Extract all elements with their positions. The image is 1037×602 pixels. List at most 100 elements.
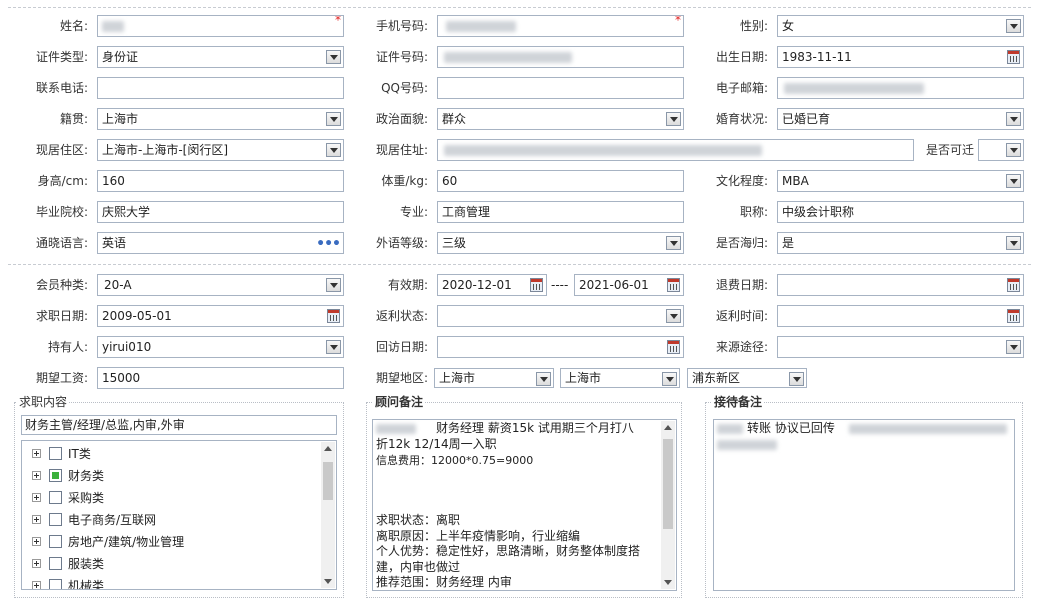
scroll-up-icon[interactable] — [664, 425, 672, 430]
salary-field[interactable]: 15000 — [97, 367, 344, 389]
chevron-down-icon[interactable] — [326, 112, 341, 126]
category-checkbox[interactable] — [49, 491, 62, 504]
id-no-field[interactable] — [437, 46, 684, 68]
region-province-select[interactable]: 上海市 — [434, 368, 554, 388]
valid-to-field[interactable]: 2021-06-01 — [574, 274, 684, 296]
chevron-down-icon[interactable] — [789, 372, 804, 386]
chevron-down-icon[interactable] — [1006, 143, 1021, 157]
calendar-icon[interactable] — [667, 278, 680, 292]
expand-icon[interactable] — [32, 559, 41, 568]
marital-select[interactable]: 已婚已育 — [777, 108, 1024, 130]
expand-icon[interactable] — [32, 515, 41, 524]
native-select[interactable]: 上海市 — [97, 108, 344, 130]
name-field[interactable]: * — [97, 15, 344, 37]
height-field[interactable]: 160 — [97, 170, 344, 192]
note-line: 折12k 12/14周一入职 — [376, 437, 497, 451]
lang-level-select[interactable]: 三级 — [437, 232, 684, 254]
chevron-down-icon[interactable] — [326, 340, 341, 354]
chevron-down-icon[interactable] — [666, 112, 681, 126]
category-checkbox[interactable] — [49, 535, 62, 548]
residence-area-select[interactable]: 上海市-上海市-[闵行区] — [97, 139, 344, 161]
valid-from-value: 2020-12-01 — [442, 278, 512, 292]
id-type-select[interactable]: 身份证 — [97, 46, 344, 68]
calendar-icon[interactable] — [667, 340, 680, 354]
scroll-thumb[interactable] — [323, 462, 333, 500]
returnee-select[interactable]: 是 — [777, 232, 1024, 254]
gender-select[interactable]: 女 — [777, 15, 1024, 37]
politics-select[interactable]: 群众 — [437, 108, 684, 130]
chevron-down-icon[interactable] — [666, 309, 681, 323]
refund-date-field[interactable] — [777, 274, 1024, 296]
apply-date-field[interactable]: 2009-05-01 — [97, 305, 344, 327]
weight-field[interactable]: 60 — [437, 170, 684, 192]
region-city-value: 上海市 — [565, 371, 602, 385]
category-checkbox[interactable] — [49, 469, 62, 482]
chevron-down-icon[interactable] — [666, 236, 681, 250]
calendar-icon[interactable] — [1007, 50, 1020, 64]
holder-select[interactable]: yirui010 — [97, 336, 344, 358]
visit-date-field[interactable] — [437, 336, 684, 358]
phone-field[interactable]: * — [437, 15, 684, 37]
reception-notes-textarea[interactable]: 转账 协议已回传 — [713, 419, 1015, 591]
apply-date-value: 2009-05-01 — [102, 309, 172, 323]
category-checkbox[interactable] — [49, 447, 62, 460]
major-field[interactable]: 工商管理 — [437, 201, 684, 223]
tree-scrollbar[interactable] — [321, 442, 335, 588]
title-field[interactable]: 中级会计职称 — [777, 201, 1024, 223]
scroll-down-icon[interactable] — [324, 579, 332, 584]
expand-icon[interactable] — [32, 581, 41, 589]
rebate-status-select[interactable] — [437, 305, 684, 327]
language-field[interactable]: 英语 ••• — [97, 232, 344, 254]
category-checkbox[interactable] — [49, 557, 62, 570]
category-checkbox[interactable] — [49, 513, 62, 526]
region-district-select[interactable]: 浦东新区 — [687, 368, 807, 388]
expand-icon[interactable] — [32, 493, 41, 502]
chevron-down-icon[interactable] — [326, 143, 341, 157]
rebate-time-field[interactable] — [777, 305, 1024, 327]
notes-scrollbar[interactable] — [661, 421, 675, 589]
calendar-icon[interactable] — [530, 278, 543, 292]
calendar-icon[interactable] — [1007, 309, 1020, 323]
calendar-icon[interactable] — [327, 309, 340, 323]
email-field[interactable] — [777, 77, 1024, 99]
birth-date-field[interactable]: 1983-11-11 — [777, 46, 1024, 68]
scroll-thumb[interactable] — [663, 439, 673, 529]
chevron-down-icon[interactable] — [326, 278, 341, 292]
language-label: 通晓语言: — [35, 236, 88, 250]
chevron-down-icon[interactable] — [326, 50, 341, 64]
lang-level-value: 三级 — [442, 236, 467, 250]
region-city-select[interactable]: 上海市 — [560, 368, 680, 388]
education-value: MBA — [782, 174, 809, 188]
chevron-down-icon[interactable] — [1006, 112, 1021, 126]
source-select[interactable] — [777, 336, 1024, 358]
address-field[interactable] — [437, 139, 914, 161]
scroll-up-icon[interactable] — [324, 446, 332, 451]
more-icon[interactable]: ••• — [316, 237, 341, 251]
job-category-tree[interactable]: IT类 财务类 采购类 电子商务/互联网 房地产/建筑/物业管理 服装类 机械类 — [21, 440, 337, 590]
education-select[interactable]: MBA — [777, 170, 1024, 192]
chevron-down-icon[interactable] — [536, 372, 551, 386]
category-label: 房地产/建筑/物业管理 — [68, 535, 185, 549]
member-type-select[interactable]: 20-A — [97, 274, 344, 296]
category-checkbox[interactable] — [49, 579, 62, 589]
chevron-down-icon[interactable] — [1006, 174, 1021, 188]
valid-from-field[interactable]: 2020-12-01 — [437, 274, 547, 296]
school-field[interactable]: 庆熙大学 — [97, 201, 344, 223]
expand-icon[interactable] — [32, 471, 41, 480]
expand-icon[interactable] — [32, 449, 41, 458]
qq-field[interactable] — [437, 77, 684, 99]
scroll-down-icon[interactable] — [664, 580, 672, 585]
school-label: 毕业院校: — [35, 205, 88, 219]
relocate-select[interactable] — [978, 139, 1024, 161]
chevron-down-icon[interactable] — [1006, 340, 1021, 354]
title-value: 中级会计职称 — [782, 205, 855, 219]
consultant-notes-textarea[interactable]: 财务经理 薪资15k 试用期三个月打八 折12k 12/14周一入职 信息费用：… — [372, 419, 677, 591]
native-value: 上海市 — [102, 112, 139, 126]
contact-phone-field[interactable] — [97, 77, 344, 99]
chevron-down-icon[interactable] — [1006, 19, 1021, 33]
chevron-down-icon[interactable] — [1006, 236, 1021, 250]
calendar-icon[interactable] — [1007, 278, 1020, 292]
chevron-down-icon[interactable] — [662, 372, 677, 386]
job-summary-field[interactable]: 财务主管/经理/总监,内审,外审 — [21, 415, 337, 435]
expand-icon[interactable] — [32, 537, 41, 546]
